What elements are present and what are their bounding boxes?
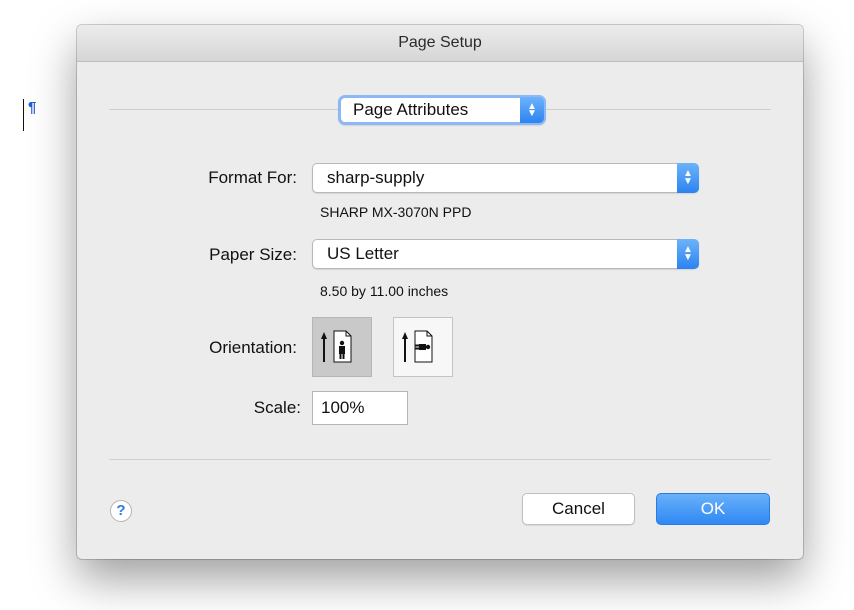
settings-popup-value: Page Attributes bbox=[353, 100, 469, 119]
chevron-up-down-icon: ▲ ▼ bbox=[520, 97, 544, 123]
text-caret bbox=[23, 99, 24, 131]
header-separator-right bbox=[546, 109, 771, 110]
orientation-landscape-button[interactable] bbox=[393, 317, 453, 377]
paper-size-dimensions: 8.50 by 11.00 inches bbox=[320, 283, 449, 299]
format-for-value: sharp-supply bbox=[327, 168, 425, 187]
help-button[interactable]: ? bbox=[110, 500, 132, 522]
pilcrow-mark: ¶ bbox=[28, 99, 37, 116]
text-cursor-pilcrow: ¶ bbox=[20, 99, 42, 131]
chevron-up-down-icon: ▲ ▼ bbox=[677, 239, 699, 269]
settings-popup-button[interactable]: Page Attributes ▲ ▼ bbox=[338, 95, 546, 125]
header-separator-left bbox=[109, 109, 338, 110]
orientation-portrait-button[interactable] bbox=[312, 317, 372, 377]
dialog-title: Page Setup bbox=[77, 25, 803, 62]
scale-label: Scale: bbox=[253, 398, 301, 417]
orientation-label: Orientation: bbox=[209, 338, 297, 357]
ok-button[interactable]: OK bbox=[656, 493, 770, 525]
paper-size-popup[interactable]: US Letter ▲ ▼ bbox=[312, 239, 699, 269]
footer-separator bbox=[109, 459, 771, 460]
format-for-label: Format For: bbox=[208, 168, 297, 187]
printer-description: SHARP MX-3070N PPD bbox=[320, 204, 472, 220]
chevron-up-down-icon: ▲ ▼ bbox=[677, 163, 699, 193]
cancel-button[interactable]: Cancel bbox=[522, 493, 635, 525]
landscape-orientation-icon bbox=[402, 330, 433, 363]
page-setup-dialog: Page Setup Page Attributes ▲ ▼ Format For… bbox=[77, 25, 803, 559]
portrait-orientation-icon bbox=[321, 330, 352, 363]
paper-size-value: US Letter bbox=[327, 244, 399, 263]
paper-size-label: Paper Size: bbox=[209, 245, 297, 264]
format-for-popup[interactable]: sharp-supply ▲ ▼ bbox=[312, 163, 699, 193]
scale-input[interactable]: 100% bbox=[312, 391, 408, 425]
